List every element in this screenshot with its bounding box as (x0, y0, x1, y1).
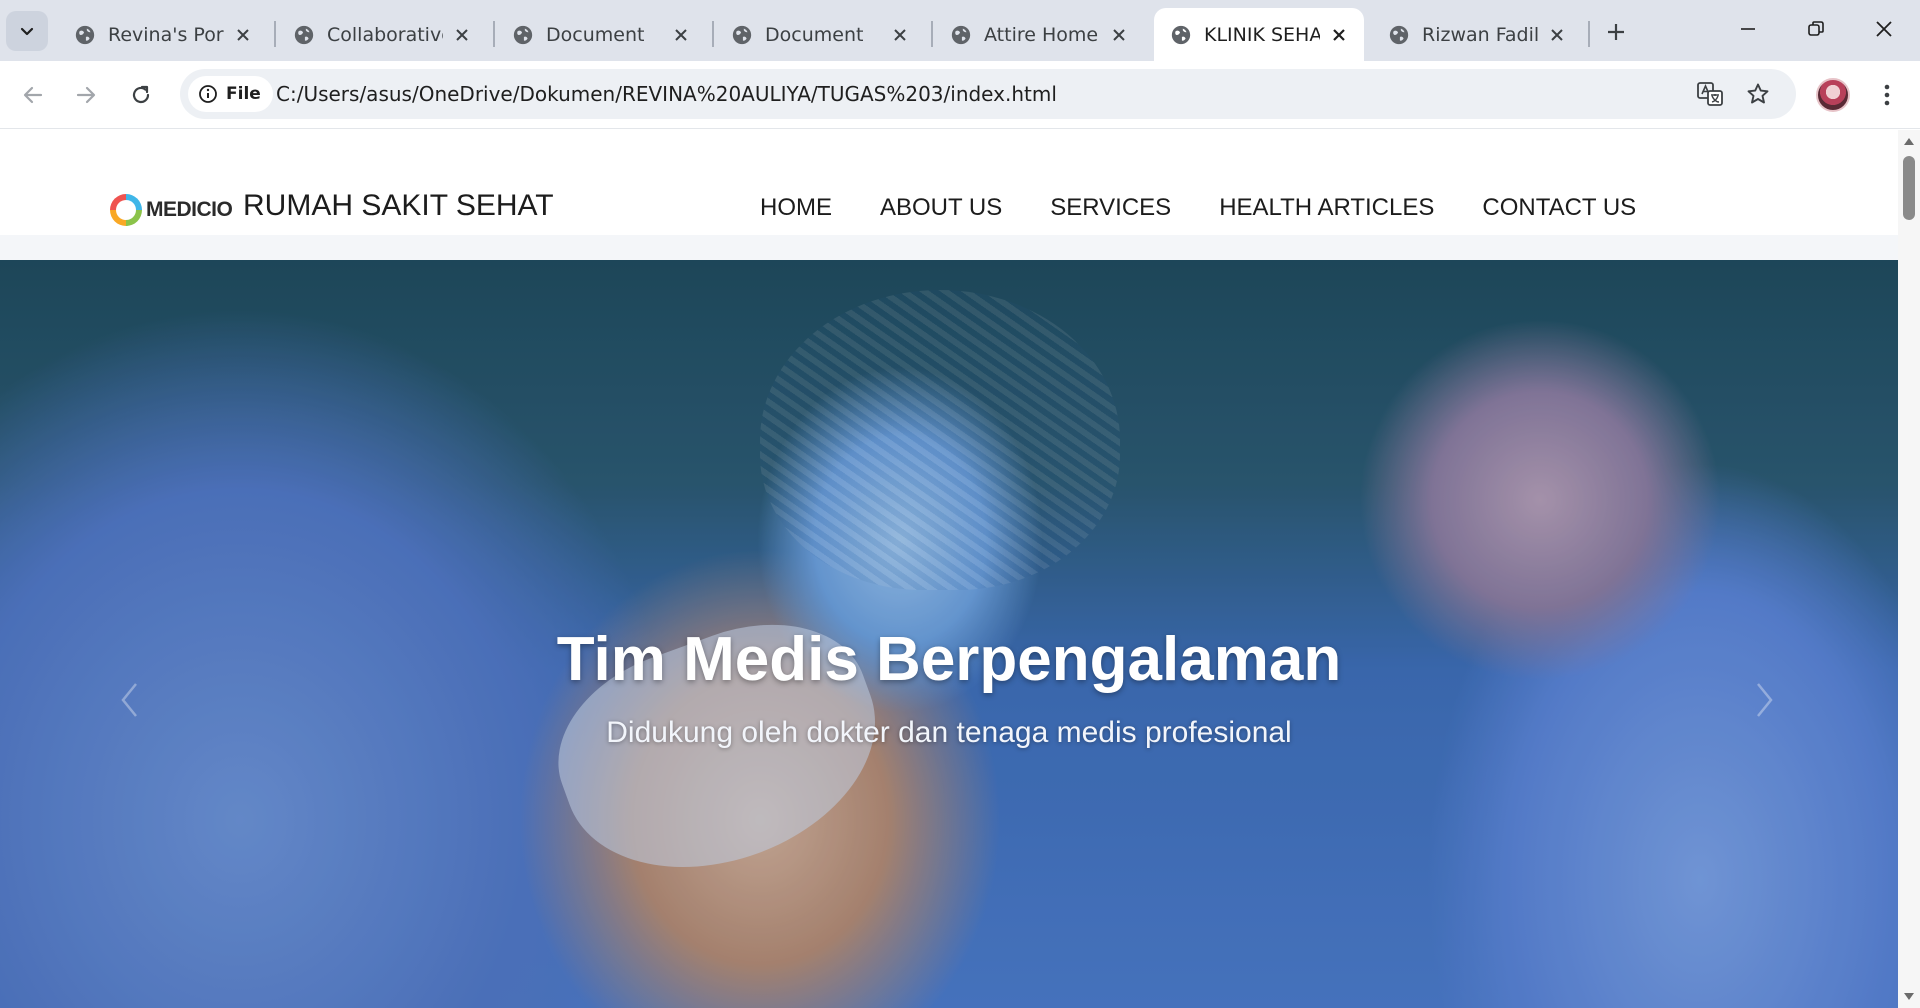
logo-wordmark: MEDICIO (146, 198, 233, 221)
arrow-right-icon (76, 86, 96, 104)
browser-tab[interactable]: Collaborative I (277, 8, 487, 61)
minimize-icon (1741, 28, 1755, 30)
nav-about-us[interactable]: ABOUT US (880, 194, 1002, 222)
tab-separator (493, 21, 495, 47)
profile-avatar[interactable] (1816, 78, 1850, 112)
browser-tab[interactable]: Attire Home (934, 8, 1144, 61)
tab-separator (931, 21, 933, 47)
browser-tab[interactable]: Document (715, 8, 925, 61)
nav-services[interactable]: SERVICES (1050, 194, 1171, 222)
scroll-up-arrow-icon[interactable] (1902, 134, 1916, 148)
bookmark-button[interactable] (1742, 78, 1774, 110)
site-name: RUMAH SAKIT SEHAT (243, 189, 554, 222)
close-icon[interactable] (232, 24, 254, 46)
tab-separator (274, 21, 276, 47)
globe-icon (951, 25, 971, 44)
globe-icon (1171, 25, 1191, 44)
restore-icon (1808, 21, 1824, 36)
browser-tab[interactable]: Document (496, 8, 706, 61)
nav-contact-us[interactable]: CONTACT US (1482, 194, 1636, 222)
back-button[interactable] (13, 75, 53, 115)
close-icon[interactable] (1546, 24, 1568, 46)
close-icon[interactable] (889, 24, 911, 46)
restore-button[interactable] (1782, 0, 1850, 58)
translate-button[interactable] (1694, 78, 1726, 110)
close-icon[interactable] (451, 24, 473, 46)
nav-health-articles[interactable]: HEALTH ARTICLES (1219, 194, 1434, 222)
more-vertical-icon (1884, 84, 1890, 106)
browser-tab[interactable]: Rizwan Fadilal (1372, 8, 1582, 61)
main-nav: HOME ABOUT US SERVICES HEALTH ARTICLES C… (760, 194, 1636, 222)
minimize-button[interactable] (1714, 0, 1782, 58)
new-tab-button[interactable] (1598, 14, 1634, 50)
scroll-down-arrow-icon[interactable] (1902, 990, 1916, 1004)
site-logo[interactable]: MEDICIO (110, 194, 233, 226)
tab-strip: Revina's Portfo Collaborative I Document… (0, 0, 1920, 61)
tab-separator (1588, 21, 1590, 47)
url-text[interactable]: C:/Users/asus/OneDrive/Dokumen/REVINA%20… (276, 69, 1057, 119)
arrow-left-icon (23, 86, 43, 104)
browser-menu-button[interactable] (1870, 75, 1904, 115)
reload-button[interactable] (121, 75, 161, 115)
info-icon (199, 85, 217, 103)
tab-title: Attire Home (984, 23, 1099, 46)
browser-tab-active[interactable]: KLINIK SEHAT (1154, 8, 1364, 61)
tab-title: Document (765, 23, 864, 46)
address-bar[interactable]: File C:/Users/asus/OneDrive/Dokumen/REVI… (180, 69, 1796, 119)
tab-separator (712, 21, 714, 47)
close-icon (1876, 21, 1892, 37)
header-divider (0, 235, 1898, 260)
page-scrollbar[interactable] (1898, 130, 1920, 1008)
star-icon (1747, 83, 1769, 104)
page-viewport: MEDICIO RUMAH SAKIT SEHAT HOME ABOUT US … (0, 130, 1898, 1008)
scrollbar-thumb[interactable] (1903, 156, 1915, 220)
site-info-chip[interactable]: File (188, 76, 273, 112)
scheme-label: File (226, 84, 261, 104)
tab-title: Collaborative I (327, 23, 443, 46)
hero-carousel: Tim Medis Berpengalaman Didukung oleh do… (0, 260, 1898, 1008)
tab-title: Rizwan Fadilal (1422, 23, 1538, 46)
nav-home[interactable]: HOME (760, 194, 832, 222)
hero-title: Tim Medis Berpengalaman (556, 625, 1342, 694)
site-header: MEDICIO RUMAH SAKIT SEHAT HOME ABOUT US … (0, 130, 1898, 235)
globe-icon (513, 25, 533, 44)
tab-title: Revina's Portfo (108, 23, 224, 46)
browser-toolbar: File C:/Users/asus/OneDrive/Dokumen/REVI… (0, 61, 1920, 129)
reload-icon (132, 85, 150, 104)
logo-ring-icon (110, 194, 142, 226)
globe-icon (732, 25, 752, 44)
hero-subtitle: Didukung oleh dokter dan tenaga medis pr… (606, 716, 1292, 749)
close-window-button[interactable] (1850, 0, 1918, 58)
forward-button[interactable] (66, 75, 106, 115)
close-icon[interactable] (1108, 24, 1130, 46)
tab-search-button[interactable] (6, 11, 48, 51)
translate-icon (1697, 82, 1723, 106)
close-icon[interactable] (1328, 24, 1350, 46)
tab-title: KLINIK SEHAT (1204, 23, 1320, 46)
close-icon[interactable] (670, 24, 692, 46)
globe-icon (75, 25, 95, 44)
chevron-down-icon (20, 27, 34, 36)
tab-title: Document (546, 23, 645, 46)
globe-icon (1389, 25, 1409, 44)
globe-icon (294, 25, 314, 44)
plus-icon (1608, 24, 1624, 40)
browser-tab[interactable]: Revina's Portfo (58, 8, 268, 61)
